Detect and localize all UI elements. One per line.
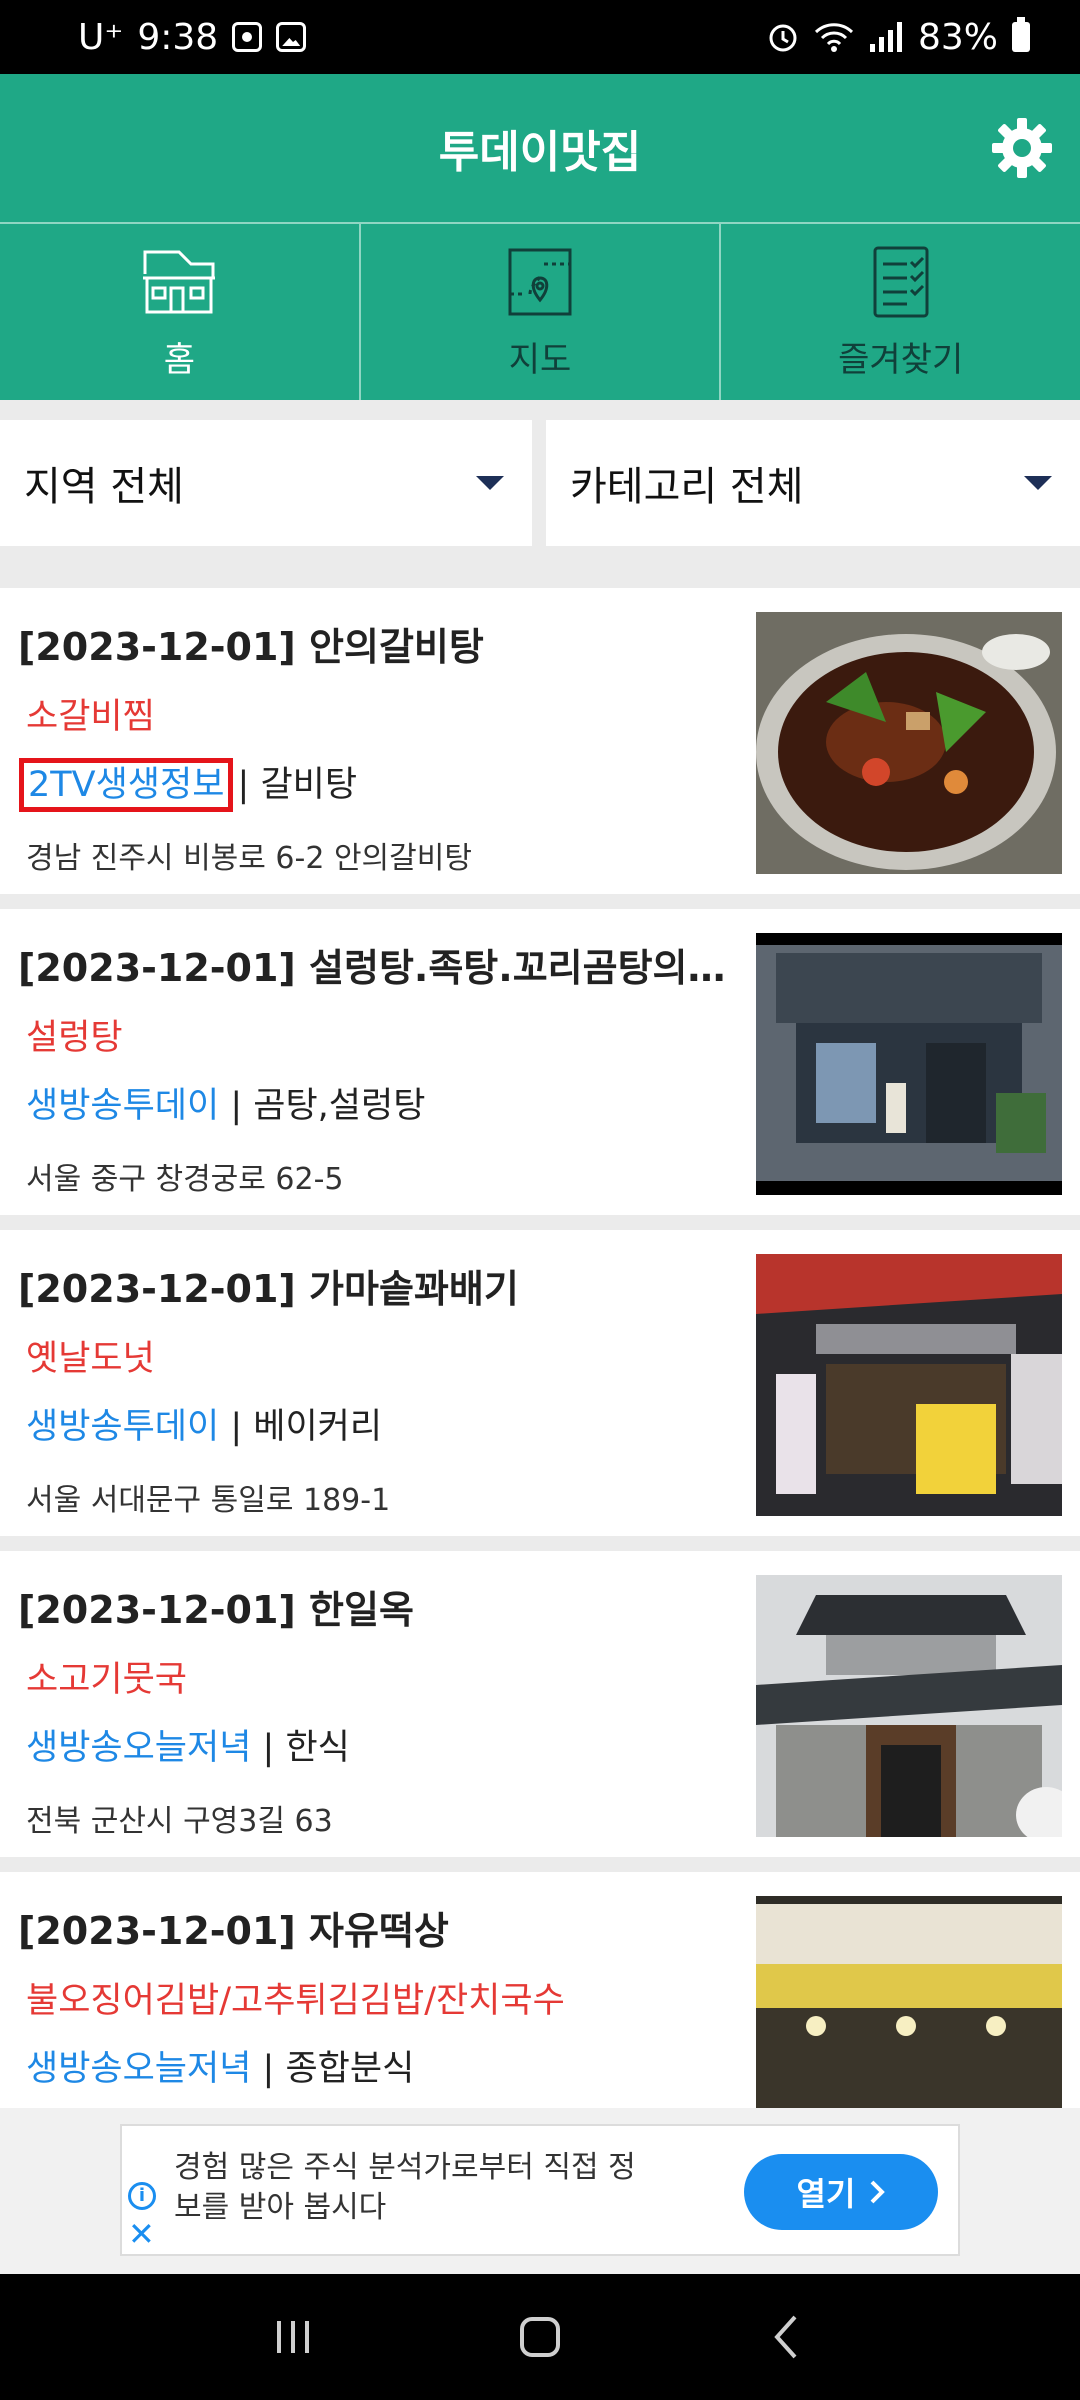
system-nav-bar [0,2274,1080,2400]
ad-open-label: 열기 [796,2175,856,2213]
show-line: 생방송오늘저녁 | 한식 [26,1719,350,1770]
restaurant-menu: 불오징어김밥/고추튀김김밥/잔치국수 [26,1981,565,2021]
category-filter-value: 카테고리 전체 [570,464,804,510]
restaurant-card[interactable]: [2023-12-01] 설렁탕.족탕.꼬리곰탕의 문화옥 설렁탕 생방송투데이… [0,909,1080,1215]
tab-favorites[interactable]: 즐겨찾기 [721,224,1080,400]
ad-banner[interactable]: i ✕ 경험 많은 주식 분석가로부터 직접 정보를 받아 봅시다 열기 [120,2124,960,2256]
tv-show-link[interactable]: 생방송오늘저녁 [26,1728,251,1768]
tv-show-link[interactable]: 생방송투데이 [26,1407,219,1447]
restaurant-address: 전북 군산시 구영3길 63 [26,1804,333,1839]
app-bar: 투데이맛집 [0,74,1080,222]
restaurant-menu: 옛날도넛 [26,1339,155,1379]
carrier-label: U⁺ [78,16,124,58]
battery-percent: 83% [917,16,998,58]
map-icon [508,248,572,315]
house-icon [143,250,216,313]
region-filter-dropdown[interactable]: 지역 전체 [0,420,532,546]
region-filter-value: 지역 전체 [24,464,184,510]
restaurant-category: 한식 [285,1728,350,1768]
restaurant-storefront-photo [756,933,1062,1195]
tab-map[interactable]: 지도 [361,224,722,400]
restaurant-title: [2023-12-01] 가마솥꽈배기 [18,1267,519,1311]
chevron-down-icon [476,476,504,490]
restaurant-title: [2023-12-01] 자유떡상 [18,1909,449,1953]
separator: | [230,1086,254,1126]
back-icon[interactable] [757,2307,817,2367]
restaurant-card[interactable]: [2023-12-01] 안의갈비탕 소갈비찜 2TV생생정보 | 갈비탕 경남… [0,588,1080,894]
alarm-icon [769,24,797,52]
clock-time: 9:38 [137,16,219,58]
home-icon[interactable] [510,2307,570,2367]
restaurant-title: [2023-12-01] 설렁탕.족탕.꼬리곰탕의 문화옥 [18,946,738,990]
signal-icon [869,22,902,52]
restaurant-title: [2023-12-01] 안의갈비탕 [18,625,484,669]
status-right: 83% [766,17,1030,58]
restaurant-storefront-photo [756,1896,1062,2108]
status-left: U⁺ 9:38 [78,16,307,58]
tab-home[interactable]: 홈 [0,224,361,400]
show-line: 생방송오늘저녁 | 종합분식 [26,2040,414,2091]
restaurant-address: 경남 진주시 비봉로 6-2 안의갈비탕 [26,841,472,876]
app-title: 투데이맛집 [438,127,642,178]
restaurant-address: 서울 중구 창경궁로 62-5 [26,1162,344,1197]
separator: | [237,765,261,805]
show-line: 2TV생생정보 | 갈비탕 [18,756,358,812]
tv-show-link[interactable]: 생방송오늘저녁 [26,2049,251,2089]
gallery-icon [276,22,307,52]
recent-apps-icon[interactable] [263,2307,323,2367]
status-bar: U⁺ 9:38 83% [0,0,1080,74]
info-icon[interactable]: i [128,2182,156,2210]
notification-clock-icon [232,22,263,52]
category-filter-dropdown[interactable]: 카테고리 전체 [546,420,1080,546]
nav-tabs: 홈 지도 즐겨찾기 [0,222,1080,400]
ad-area: i ✕ 경험 많은 주식 분석가로부터 직접 정보를 받아 봅시다 열기 [0,2108,1080,2274]
battery-icon [1012,17,1030,52]
food-photo-galbijjim [756,612,1062,874]
chevron-right-icon [871,2180,886,2204]
close-icon[interactable]: ✕ [128,2218,155,2250]
restaurant-card[interactable]: [2023-12-01] 가마솥꽈배기 옛날도넛 생방송투데이 | 베이커리 서… [0,1230,1080,1536]
wifi-icon [814,23,854,52]
restaurant-menu: 소고기뭇국 [26,1660,188,1700]
tab-home-label: 홈 [163,339,195,380]
show-line: 생방송투데이 | 곰탕,설렁탕 [26,1077,425,1128]
show-line: 생방송투데이 | 베이커리 [26,1398,382,1449]
restaurant-storefront-photo [756,1575,1062,1837]
favorites-list-icon [873,246,929,317]
ad-open-button[interactable]: 열기 [744,2154,938,2230]
restaurant-list: [2023-12-01] 안의갈비탕 소갈비찜 2TV생생정보 | 갈비탕 경남… [0,588,1080,2108]
restaurant-card[interactable]: [2023-12-01] 한일옥 소고기뭇국 생방송오늘저녁 | 한식 전북 군… [0,1551,1080,1857]
restaurant-card[interactable]: [2023-12-01] 자유떡상 불오징어김밥/고추튀김김밥/잔치국수 생방송… [0,1872,1080,2108]
restaurant-title: [2023-12-01] 한일옥 [18,1588,414,1632]
restaurant-menu: 설렁탕 [26,1018,123,1058]
restaurant-category: 갈비탕 [260,765,358,805]
separator: | [262,1728,286,1768]
tab-map-label: 지도 [508,339,572,380]
tv-show-link[interactable]: 2TV생생정보 [18,758,234,812]
tv-show-link[interactable]: 생방송투데이 [26,1086,219,1126]
restaurant-address: 서울 서대문구 통일로 189-1 [26,1483,391,1518]
restaurant-category: 베이커리 [253,1407,383,1447]
chevron-down-icon [1024,476,1052,490]
ad-text: 경험 많은 주식 분석가로부터 직접 정보를 받아 봅시다 [174,2150,636,2225]
restaurant-category: 종합분식 [285,2049,415,2089]
separator: | [262,2049,286,2089]
gear-icon[interactable] [990,116,1054,180]
tab-favorites-label: 즐겨찾기 [838,339,964,380]
restaurant-storefront-photo [756,1254,1062,1516]
filter-bar: 지역 전체 카테고리 전체 [0,400,1080,570]
restaurant-menu: 소갈비찜 [26,697,155,737]
separator: | [230,1407,254,1447]
restaurant-category: 곰탕,설렁탕 [253,1086,426,1126]
